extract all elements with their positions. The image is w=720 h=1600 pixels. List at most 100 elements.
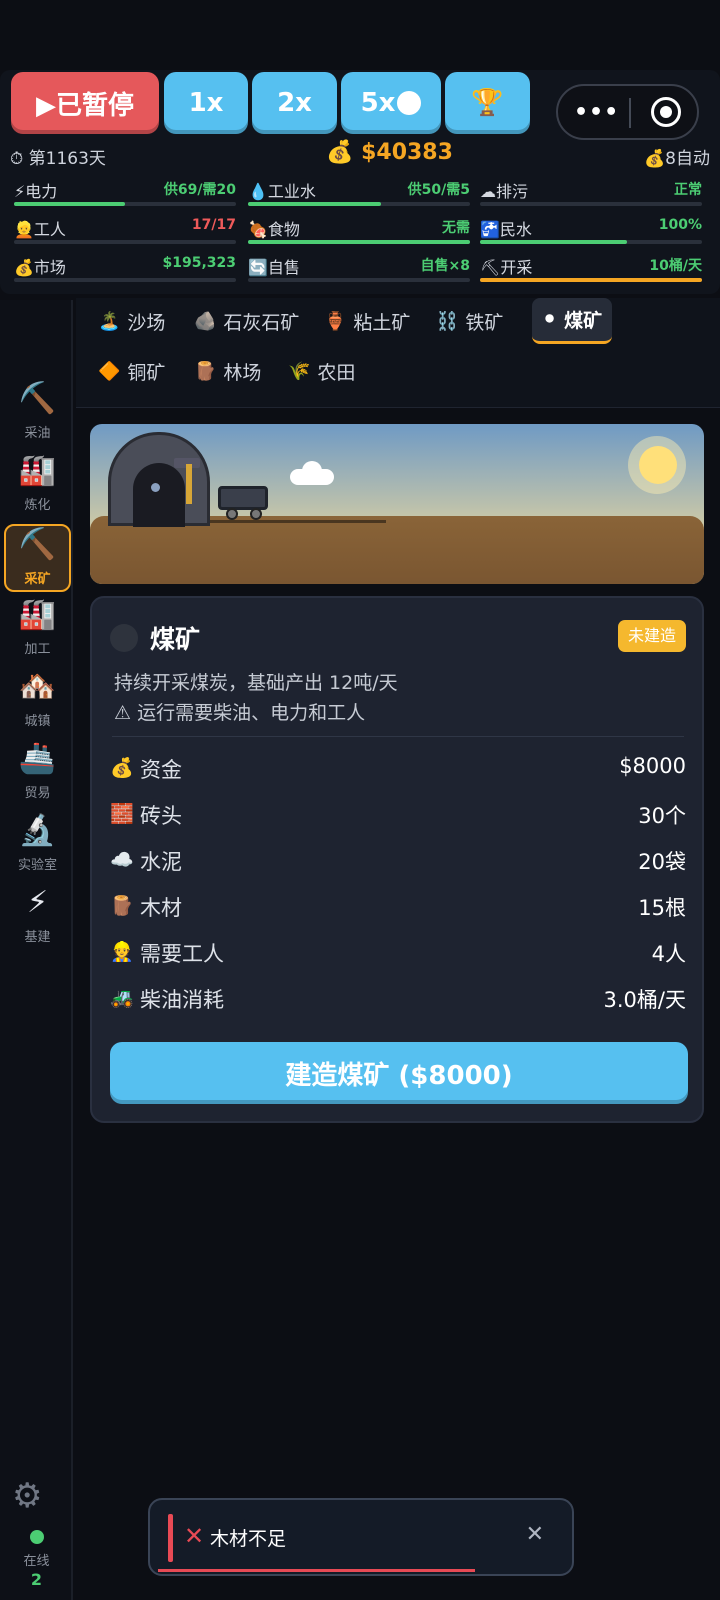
tab-农田[interactable]: 🌾 农田 <box>278 348 365 394</box>
cost-value: 20袋 <box>638 850 686 874</box>
tab-label: 铁矿 <box>465 311 504 334</box>
building-card: 煤矿 未建造 持续开采煤炭，基础产出 12吨/天 ⚠ 运行需要柴油、电力和工人 … <box>90 596 704 1123</box>
stat-icon: 🔄 <box>248 258 268 277</box>
tab-林场[interactable]: 🪵 林场 <box>184 348 271 394</box>
cost-label: 柴油消耗 <box>140 988 224 1012</box>
tab-icon: 🔶 <box>98 360 121 382</box>
cost-icon: 🪵 <box>110 895 134 917</box>
stat-icon: ⛏ <box>480 258 501 277</box>
stat-label: 💧工业水 <box>248 178 316 202</box>
stat-bar <box>248 278 470 282</box>
money-display: 💰 $40383 <box>326 140 453 165</box>
stat-item: 🚰民水 100% <box>480 216 702 244</box>
cost-row: 🚜 柴油消耗 3.0桶/天 <box>110 980 686 1020</box>
tab-铁矿[interactable]: ⛓️ 铁矿 <box>426 298 513 344</box>
mine-tabs: 🏝️ 沙场 🪨 石灰石矿 🏺 粘土矿 ⛓️ 铁矿 ⚫ 煤矿 🔶 铜矿 🪵 林场 🌾 农田 <box>76 298 720 408</box>
stat-item: 👱工人 17/17 <box>14 216 236 244</box>
day-label: 第1163天 <box>28 149 106 169</box>
stat-value: 供50/需5 <box>407 182 470 198</box>
sidebar-item-加工[interactable]: 🏭 加工 <box>4 596 71 664</box>
auto-counter[interactable]: 💰8自动 <box>644 144 710 169</box>
sidebar-icon: 🏭 <box>18 597 57 632</box>
cost-value: 4人 <box>651 942 686 966</box>
stat-item: ☁排污 正常 <box>480 178 702 206</box>
stat-icon: 🍖 <box>248 220 268 239</box>
speed-1x-button[interactable]: 1x <box>164 72 248 134</box>
sidebar-item-label: 贸易 <box>24 786 51 801</box>
mine-scene-illustration <box>90 424 704 584</box>
top-bar: ▶已暂停 1x 2x 5x 🏆 ••• ⏱ 第1163天 💰 $40383 💰8… <box>0 70 720 294</box>
stat-bar <box>248 202 470 206</box>
stat-item: ⚡电力 供69/需20 <box>14 178 236 206</box>
cost-label: 资金 <box>140 758 182 782</box>
sidebar-item-采油[interactable]: ⛏️ 采油 <box>4 380 71 448</box>
sidebar-item-城镇[interactable]: 🏘️ 城镇 <box>4 668 71 736</box>
toast-accent-bar <box>168 1514 173 1562</box>
sidebar-item-实验室[interactable]: 🔬 实验室 <box>4 812 71 880</box>
cart-wheel <box>226 508 238 520</box>
stat-value: 100% <box>658 217 702 233</box>
sidebar-item-炼化[interactable]: 🏭 炼化 <box>4 452 71 520</box>
divider <box>112 736 684 737</box>
lamp-icon <box>151 483 160 492</box>
settings-gear-icon[interactable]: ⚙ <box>12 1476 42 1516</box>
tab-label: 农田 <box>317 361 356 384</box>
building-warning: ⚠ 运行需要柴油、电力和工人 <box>114 702 366 724</box>
cost-value: 15根 <box>638 896 686 920</box>
pause-button[interactable]: ▶已暂停 <box>11 72 159 134</box>
error-icon: ✕ <box>184 1522 205 1550</box>
rail-track <box>210 520 386 523</box>
stat-item: 💰市场 $195,323 <box>14 254 236 282</box>
sidebar-item-基建[interactable]: ⚡ 基建 <box>4 884 71 952</box>
tab-石灰石矿[interactable]: 🪨 石灰石矿 <box>184 298 309 344</box>
cost-row: 🪵 木材 15根 <box>110 888 686 928</box>
tab-沙场[interactable]: 🏝️ 沙场 <box>88 298 175 344</box>
stat-bar <box>480 202 702 206</box>
stat-name: 电力 <box>25 182 58 201</box>
stat-bar <box>248 240 470 244</box>
stat-value: 正常 <box>674 182 702 198</box>
close-icon[interactable]: ✕ <box>526 1522 544 1547</box>
stat-bar-fill <box>480 240 627 244</box>
cart-wheel <box>250 508 262 520</box>
tab-icon: ⛓️ <box>436 310 459 332</box>
tab-铜矿[interactable]: 🔶 铜矿 <box>88 348 175 394</box>
mine-door <box>133 463 185 527</box>
tab-label: 煤矿 <box>564 310 603 332</box>
tab-label: 沙场 <box>127 311 166 334</box>
build-button[interactable]: 建造煤矿 ($8000) <box>110 1042 688 1104</box>
close-target-icon[interactable] <box>651 97 681 127</box>
cost-icon: 🧱 <box>110 803 134 825</box>
auto-label: 8自动 <box>665 149 710 169</box>
trophy-button[interactable]: 🏆 <box>445 72 530 134</box>
tab-煤矿[interactable]: ⚫ 煤矿 <box>532 298 613 344</box>
tab-icon: 🪵 <box>194 360 217 382</box>
toast-timer-bar <box>158 1569 475 1572</box>
speed-2x-button[interactable]: 2x <box>252 72 337 134</box>
coal-icon <box>110 624 138 652</box>
day-counter: ⏱ 第1163天 <box>10 144 106 169</box>
toggle-dot-icon <box>397 91 422 115</box>
online-label: 在线 <box>23 1554 50 1569</box>
stat-label: 🔄自售 <box>248 254 300 278</box>
drill-icon <box>186 464 192 504</box>
sidebar-item-label: 炼化 <box>24 498 51 513</box>
stat-name: 排污 <box>496 182 529 201</box>
speed-5x-button[interactable]: 5x <box>341 72 441 134</box>
stat-bar <box>480 278 702 282</box>
stat-label: 🚰民水 <box>480 216 532 240</box>
tab-粘土矿[interactable]: 🏺 粘土矿 <box>314 298 420 344</box>
trophy-icon: 🏆 <box>471 88 504 118</box>
more-menu-icon[interactable]: ••• <box>574 100 619 125</box>
sidebar-item-采矿[interactable]: ⛏️ 采矿 <box>4 524 71 592</box>
capsule-divider <box>629 98 631 128</box>
stat-icon: 💧 <box>248 182 268 201</box>
cost-row: ☁️ 水泥 20袋 <box>110 842 686 882</box>
stat-bar-fill <box>14 202 125 206</box>
sidebar-item-label: 采油 <box>24 426 51 441</box>
tab-icon: ⚫ <box>542 309 558 330</box>
clock-icon: ⏱ <box>10 149 24 169</box>
stat-item: 💧工业水 供50/需5 <box>248 178 470 206</box>
stat-bar <box>14 240 236 244</box>
sidebar-item-贸易[interactable]: 🚢 贸易 <box>4 740 71 808</box>
